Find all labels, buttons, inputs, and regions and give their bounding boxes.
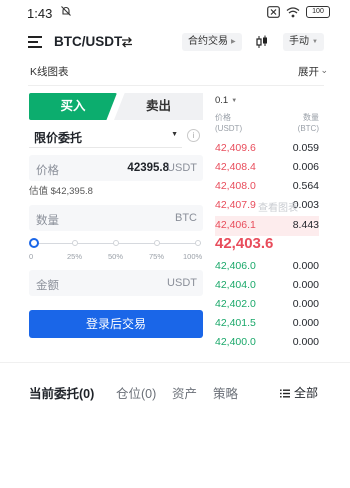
quantity-label: 数量 — [36, 215, 59, 227]
ask-qty: 8.443 — [292, 219, 319, 231]
ask-row[interactable]: 42,409.6 0.059 — [215, 138, 319, 158]
bell-off-icon — [61, 6, 71, 16]
amount-input[interactable]: 金额 USDT — [29, 270, 203, 296]
bid-qty: 0.000 — [292, 279, 319, 291]
orders-tabbar: 当前委托(0) 仓位(0) 资产 策略 全部 — [0, 383, 350, 403]
bid-row[interactable]: 42,406.0 0.000 — [215, 256, 319, 276]
quantity-unit: BTC — [175, 212, 197, 224]
price-value: 42395.8 — [127, 162, 169, 174]
quantity-input[interactable]: 数量 BTC — [29, 205, 203, 231]
ask-qty: 0.006 — [292, 161, 319, 173]
ask-price: 42,407.9 — [215, 199, 256, 211]
margin-mode-label: 手动 — [289, 36, 309, 47]
kline-title: K线图表 — [30, 66, 69, 78]
slider-knob[interactable] — [29, 238, 39, 248]
ask-price: 42,408.0 — [215, 180, 256, 192]
ask-row[interactable]: 42,406.1 8.443 — [215, 215, 319, 235]
kline-bar[interactable]: K线图表 展开 ⌄ — [0, 62, 350, 80]
order-type-select[interactable]: 限价委托 ▼ — [29, 124, 182, 148]
ask-qty: 0.059 — [292, 142, 319, 154]
bid-qty: 0.000 — [292, 317, 319, 329]
qty-column-header: 数量 (BTC) — [298, 112, 319, 134]
bid-row[interactable]: 42,404.0 0.000 — [215, 275, 319, 295]
bid-price: 42,404.0 — [215, 279, 256, 291]
wifi-icon — [286, 6, 300, 17]
bid-price: 42,400.0 — [215, 336, 256, 348]
caret-right-icon: ▶ — [231, 39, 236, 45]
slider-tick: 100% — [183, 252, 203, 261]
close-box-icon — [267, 6, 280, 18]
tab-positions[interactable]: 仓位(0) — [116, 383, 156, 402]
status-bar: 1:43 100 — [0, 0, 350, 26]
bid-row[interactable]: 42,400.0 0.000 — [215, 332, 319, 352]
swap-icon[interactable] — [121, 36, 133, 48]
precision-dropdown[interactable]: 0.1 ▼ — [215, 95, 237, 106]
order-type-label: 限价委托 — [34, 131, 83, 145]
buy-tab[interactable]: 买入 — [29, 93, 117, 120]
chevron-down-icon: ⌄ — [320, 65, 328, 75]
slider-stop[interactable] — [72, 240, 78, 246]
estimate-value: 估值 $42,395.8 — [29, 186, 93, 197]
qty-header: 数量 — [303, 113, 319, 122]
section-divider — [0, 362, 350, 363]
ask-row[interactable]: 42,408.0 0.564 — [215, 176, 319, 196]
precision-value: 0.1 — [215, 95, 229, 106]
battery-icon: 100 — [306, 6, 330, 18]
amount-slider[interactable]: 0 25% 50% 75% 100% — [29, 237, 203, 267]
bid-price: 42,402.0 — [215, 298, 256, 310]
caret-down-icon: ▼ — [171, 131, 178, 138]
menu-icon[interactable] — [28, 36, 42, 48]
trading-pair[interactable]: BTC/USDT — [54, 34, 122, 49]
price-input[interactable]: 价格 42395.8 USDT — [29, 155, 203, 181]
tab-open-orders[interactable]: 当前委托(0) — [29, 383, 94, 402]
caret-down-icon: ▼ — [231, 98, 238, 104]
caret-down-icon: ▼ — [312, 39, 318, 45]
slider-stop[interactable] — [154, 240, 160, 246]
mode-label: 合约交易 — [188, 36, 228, 47]
price-header: 价格 — [215, 113, 231, 122]
login-to-trade-button[interactable]: 登录后交易 — [29, 310, 203, 338]
slider-tick: 25% — [67, 252, 83, 261]
ask-row[interactable]: 42,408.4 0.006 — [215, 157, 319, 177]
status-time: 1:43 — [27, 6, 53, 21]
slider-tick: 50% — [108, 252, 124, 261]
last-price[interactable]: 42,403.6 — [215, 235, 273, 252]
price-label: 价格 — [36, 165, 59, 177]
bid-row[interactable]: 42,402.0 0.000 — [215, 294, 319, 314]
tab-strategy[interactable]: 策略 — [213, 383, 238, 402]
slider-tick: 75% — [149, 252, 165, 261]
slider-stop[interactable] — [113, 240, 119, 246]
margin-mode-dropdown[interactable]: 手动 ▼ — [283, 33, 324, 51]
ask-qty: 0.564 — [292, 180, 319, 192]
top-bar: BTC/USDT 合约交易 ▶ 手动 ▼ — [0, 28, 350, 58]
expand-button[interactable]: 展开 — [298, 64, 319, 79]
amount-unit: USDT — [167, 277, 197, 289]
bid-price: 42,401.5 — [215, 317, 256, 329]
all-filter-button[interactable]: 全部 — [279, 384, 318, 401]
bid-price: 42,406.0 — [215, 260, 256, 272]
sell-tab[interactable]: 卖出 — [114, 93, 203, 120]
divider — [28, 85, 324, 86]
watermark-text: 查看图表 — [258, 203, 298, 214]
mode-dropdown[interactable]: 合约交易 ▶ — [182, 33, 242, 51]
bid-row[interactable]: 42,401.5 0.000 — [215, 313, 319, 333]
list-icon — [279, 389, 290, 398]
price-unit: USDT — [167, 162, 197, 174]
tab-assets[interactable]: 资产 — [172, 383, 197, 402]
bid-qty: 0.000 — [292, 260, 319, 272]
slider-stop[interactable] — [195, 240, 201, 246]
price-header-unit: (USDT) — [215, 124, 243, 133]
slider-tick: 0 — [29, 252, 34, 261]
info-icon[interactable]: i — [187, 129, 200, 142]
bid-qty: 0.000 — [292, 336, 319, 348]
amount-label: 金额 — [36, 280, 59, 292]
all-label: 全部 — [293, 386, 318, 400]
ask-price: 42,409.6 — [215, 142, 256, 154]
bid-qty: 0.000 — [292, 298, 319, 310]
ask-price: 42,406.1 — [215, 219, 256, 231]
qty-header-unit: (BTC) — [297, 124, 319, 133]
price-column-header: 价格 (USDT) — [215, 112, 242, 134]
ask-price: 42,408.4 — [215, 161, 256, 173]
candlestick-icon[interactable] — [255, 35, 269, 49]
